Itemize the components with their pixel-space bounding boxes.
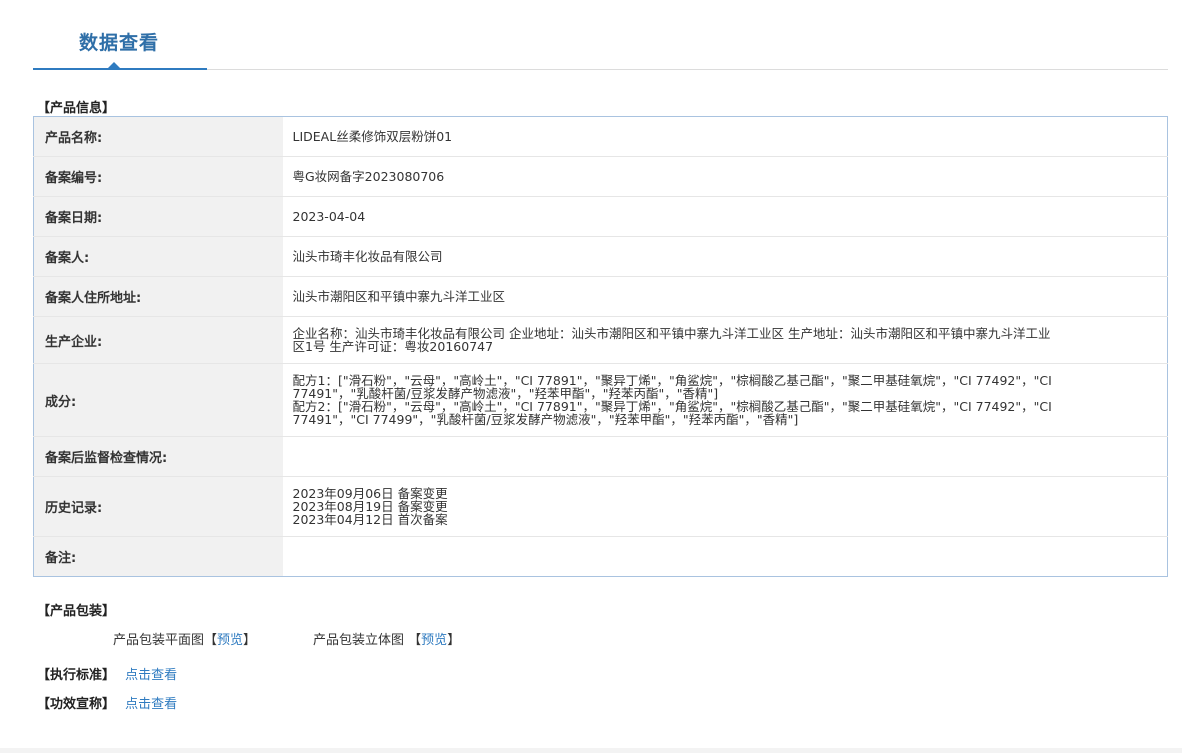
info-row-post-filing-inspection: 备案后监督检查情况: (33, 436, 1168, 477)
filing-number-value-line: 粤G妆网备字2023080706 (292, 169, 445, 184)
package-solid-preview-link[interactable]: 预览 (421, 633, 447, 648)
bracket-close: 】 (243, 633, 257, 648)
filing-date-label: 备案日期: (33, 196, 283, 237)
manufacturer-value-line: 区1号 生产许可证：粤妆20160747 (292, 339, 494, 354)
standard-row: 【执行标准】 点击查看 (37, 664, 177, 683)
product-name-label: 产品名称: (33, 116, 283, 157)
history-value: 2023年09月06日 备案变更 2023年08月19日 备案变更 2023年04月… (282, 476, 1168, 537)
bracket-open: 【 (204, 633, 218, 648)
standard-section-title: 【执行标准】 (37, 668, 116, 683)
tab-active-underline (33, 68, 207, 70)
ingredients-value: 配方1：["滑石粉"，"云母"，"高岭土"，"CI 77891"，"聚异丁烯"，… (282, 363, 1168, 437)
info-row-manufacturer: 生产企业: 企业名称：汕头市琦丰化妆品有限公司 企业地址：汕头市潮阳区和平镇中寨九… (33, 316, 1168, 364)
package-flat-preview-link[interactable]: 预览 (217, 633, 243, 648)
filer-address-value-line: 汕头市潮阳区和平镇中寨九斗洋工业区 (292, 289, 506, 304)
ingredients-label: 成分: (33, 363, 283, 437)
filing-number-label: 备案编号: (33, 156, 283, 197)
info-row-filer-address: 备案人住所地址: 汕头市潮阳区和平镇中寨九斗洋工业区 (33, 276, 1168, 317)
ingredients-value-line: 77491"，"CI 77499"，"乳酸杆菌/豆浆发酵产物滤液"，"羟苯甲酯"… (292, 412, 799, 427)
post-filing-inspection-label: 备案后监督检查情况: (33, 436, 283, 477)
filing-date-value: 2023-04-04 (282, 196, 1168, 237)
info-row-filing-date: 备案日期: 2023-04-04 (33, 196, 1168, 237)
bottom-divider (0, 748, 1182, 753)
package-solid-image: 产品包装立体图 【预览】 (313, 629, 461, 648)
filing-date-value-line: 2023-04-04 (292, 209, 366, 224)
tab-header: 数据查看 (0, 0, 1182, 72)
remarks-label: 备注: (33, 536, 283, 577)
bracket-open: 【 (408, 633, 422, 648)
info-row-product-name: 产品名称: LIDEAL丝柔修饰双层粉饼01 (33, 116, 1168, 157)
standard-view-link[interactable]: 点击查看 (125, 668, 177, 683)
filer-label: 备案人: (33, 236, 283, 277)
info-row-filing-number: 备案编号: 粤G妆网备字2023080706 (33, 156, 1168, 197)
manufacturer-value: 企业名称：汕头市琦丰化妆品有限公司 企业地址：汕头市潮阳区和平镇中寨九斗洋工业区… (282, 316, 1168, 364)
info-row-ingredients: 成分: 配方1：["滑石粉"，"云母"，"高岭土"，"CI 77891"，"聚异丁… (33, 363, 1168, 437)
info-row-history: 历史记录: 2023年09月06日 备案变更 2023年08月19日 备案变更 202… (33, 476, 1168, 537)
filer-address-value: 汕头市潮阳区和平镇中寨九斗洋工业区 (282, 276, 1168, 317)
efficacy-row: 【功效宣称】 点击查看 (37, 693, 177, 712)
filer-value: 汕头市琦丰化妆品有限公司 (282, 236, 1168, 277)
history-value-line: 2023年04月12日 首次备案 (292, 512, 448, 527)
info-row-remarks: 备注: (33, 536, 1168, 577)
product-info-section-title: 【产品信息】 (37, 101, 116, 116)
tab-caret-icon (108, 62, 120, 68)
filer-address-label: 备案人住所地址: (33, 276, 283, 317)
filing-number-value: 粤G妆网备字2023080706 (282, 156, 1168, 197)
info-row-filer: 备案人: 汕头市琦丰化妆品有限公司 (33, 236, 1168, 277)
remarks-value (283, 537, 1168, 577)
efficacy-view-link[interactable]: 点击查看 (125, 697, 177, 712)
package-flat-image: 产品包装平面图【预览】 (113, 629, 257, 648)
tab-data-view[interactable]: 数据查看 (79, 28, 159, 55)
product-info-table: 产品名称: LIDEAL丝柔修饰双层粉饼01 备案编号: 粤G妆网备字20230807… (33, 116, 1168, 577)
tab-divider (207, 69, 1168, 70)
filer-value-line: 汕头市琦丰化妆品有限公司 (292, 249, 443, 264)
packaging-section-title: 【产品包装】 (37, 604, 116, 619)
product-name-value-line: LIDEAL丝柔修饰双层粉饼01 (292, 129, 453, 144)
package-solid-label: 产品包装立体图 (313, 633, 405, 648)
history-label: 历史记录: (33, 476, 283, 537)
post-filing-inspection-value (282, 436, 1168, 477)
product-name-value: LIDEAL丝柔修饰双层粉饼01 (282, 116, 1168, 157)
manufacturer-label: 生产企业: (33, 316, 283, 364)
efficacy-section-title: 【功效宣称】 (37, 697, 116, 712)
bracket-close: 】 (447, 633, 461, 648)
package-flat-label: 产品包装平面图 (113, 633, 205, 648)
